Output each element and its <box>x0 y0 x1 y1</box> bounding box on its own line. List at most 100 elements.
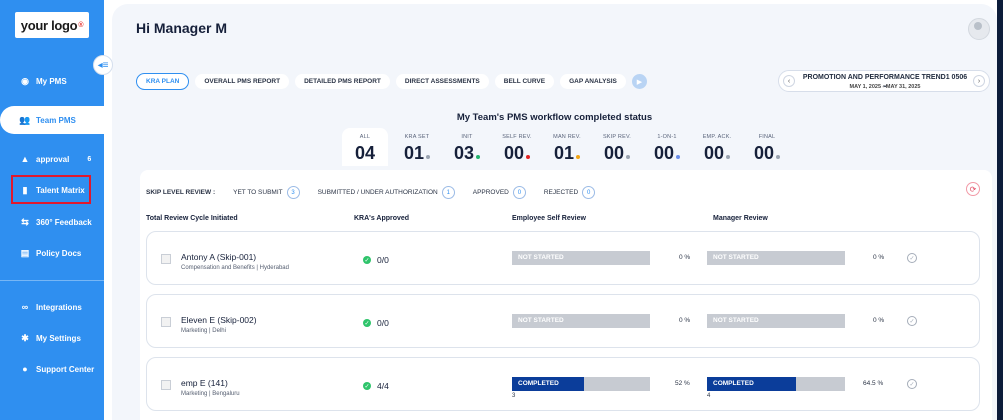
status-one-on-one[interactable]: 1-ON-1 00 <box>642 128 692 166</box>
sidebar-divider <box>0 280 104 281</box>
status-dot <box>476 155 481 159</box>
sidebar-item-team-pms[interactable]: 👥 Team PMS <box>0 107 104 133</box>
sidebar-item-360-feedback[interactable]: ⇆ 360° Feedback <box>0 209 104 235</box>
talent-matrix-highlight-box <box>11 175 91 204</box>
self-review-pct: 0 % <box>679 254 691 261</box>
main-panel: Hi Manager M KRA PLAN OVERALL PMS REPORT… <box>112 4 997 420</box>
self-review-pct: 52 % <box>675 380 690 387</box>
status-employee-ack[interactable]: EMP. ACK. 00 <box>692 128 742 166</box>
filter-approved[interactable]: APPROVED 0 <box>473 186 526 199</box>
employee-name[interactable]: Eleven E (Skip-002) <box>181 315 257 325</box>
col-header-kra: KRA's Approved <box>354 215 410 222</box>
sidebar-item-policy-docs[interactable]: ▤ Policy Docs <box>0 240 104 266</box>
workflow-status-strip: ALL 04 KRA SET 01 INIT 03 SELF REV. 00 M… <box>342 128 792 166</box>
status-all[interactable]: ALL 04 <box>342 128 388 166</box>
manager-review-bar: COMPLETED <box>707 377 845 391</box>
review-period-selector[interactable]: ‹ PROMOTION AND PERFORMANCE TREND1 0506 … <box>778 70 990 92</box>
check-icon: ✓ <box>363 382 371 390</box>
status-final[interactable]: FINAL 00 <box>742 128 792 166</box>
check-icon: ✓ <box>363 319 371 327</box>
kra-approved: ✓ 4/4 <box>363 381 389 391</box>
filter-rejected[interactable]: REJECTED 0 <box>544 186 596 199</box>
approval-count-badge: 6 <box>87 155 92 163</box>
manager-review-count: 4 <box>707 393 711 399</box>
status-self-review[interactable]: SELF REV. 00 <box>492 128 542 166</box>
refresh-icon: ⟳ <box>969 184 977 194</box>
tabs-next-button[interactable]: ▶ <box>631 74 647 89</box>
tab-bell-curve[interactable]: BELL CURVE <box>494 74 555 89</box>
tab-gap-analysis[interactable]: GAP ANALYSIS <box>560 74 626 89</box>
table-row[interactable]: Eleven E (Skip-002) Marketing | Delhi ✓ 0… <box>146 294 980 348</box>
status-init[interactable]: INIT 03 <box>442 128 492 166</box>
manager-review-pct: 64.5 % <box>863 380 884 387</box>
play-icon: ▶ <box>636 78 643 86</box>
skip-level-title: SKIP LEVEL REVIEW : <box>146 189 216 196</box>
col-header-initiated: Total Review Cycle Initiated <box>146 215 238 222</box>
sidebar-item-support-center[interactable]: ● Support Center <box>0 356 104 382</box>
company-logo[interactable]: your logo ® <box>15 12 89 38</box>
employee-dept: Compensation and Benefits | Hyderabad <box>181 265 289 271</box>
employee-dept: Marketing | Bengaluru <box>181 391 240 397</box>
self-review-count: 3 <box>512 393 516 399</box>
workflow-status-title: My Team's PMS workflow completed status <box>456 112 653 123</box>
table-row[interactable]: Antony A (Skip-001) Compensation and Ben… <box>146 231 980 285</box>
filter-yet-to-submit[interactable]: YET TO SUBMIT 3 <box>233 186 300 199</box>
col-header-self-review: Employee Self Review <box>512 215 586 222</box>
sidebar-collapse-button[interactable]: ◂≡ <box>93 55 113 75</box>
status-dot <box>426 155 431 159</box>
feedback-icon: ⇆ <box>21 216 29 227</box>
employee-photo <box>161 254 171 264</box>
tab-detailed-pms-report[interactable]: DETAILED PMS REPORT <box>295 74 390 89</box>
status-skip-review[interactable]: SKIP REV. 00 <box>592 128 642 166</box>
employee-photo <box>161 380 171 390</box>
period-range: MAY 1, 2025 - MAY 31, 2025 <box>849 84 921 90</box>
row-action-icon[interactable]: ✓ <box>907 379 917 389</box>
sidebar-item-approval[interactable]: ▲ approval 6 <box>0 146 104 172</box>
self-review-bar: NOT STARTED <box>512 314 650 328</box>
period-next-button[interactable]: › <box>973 75 985 87</box>
status-dot <box>626 155 631 159</box>
status-dot <box>526 155 531 159</box>
row-action-icon[interactable]: ✓ <box>907 253 917 263</box>
row-action-icon[interactable]: ✓ <box>907 316 917 326</box>
employee-dept: Marketing | Delhi <box>181 328 226 334</box>
user-icon: ▲ <box>20 154 30 164</box>
chevron-left-icon: ‹ <box>787 77 791 85</box>
status-dot <box>676 155 681 159</box>
status-kra-set[interactable]: KRA SET 01 <box>392 128 442 166</box>
table-row[interactable]: emp E (141) Marketing | Bengaluru ✓ 4/4 C… <box>146 357 980 411</box>
user-avatar[interactable] <box>968 18 990 40</box>
team-review-card: SKIP LEVEL REVIEW : YET TO SUBMIT 3 SUBMI… <box>140 170 992 420</box>
self-review-pct: 0 % <box>679 317 691 324</box>
kra-approved: ✓ 0/0 <box>363 255 389 265</box>
skip-level-review-filters: SKIP LEVEL REVIEW : YET TO SUBMIT 3 SUBMI… <box>146 186 596 199</box>
sidebar-item-my-pms[interactable]: ◉ My PMS <box>0 68 104 94</box>
status-dot <box>726 155 731 159</box>
manager-review-pct: 0 % <box>873 317 885 324</box>
sidebar-item-my-settings[interactable]: ✱ My Settings <box>0 325 104 351</box>
filter-submitted[interactable]: SUBMITTED / UNDER AUTHORIZATION 1 <box>318 186 455 199</box>
support-icon: ● <box>22 364 28 374</box>
employee-photo <box>161 317 171 327</box>
document-icon: ▤ <box>20 247 30 258</box>
employee-name[interactable]: Antony A (Skip-001) <box>181 252 256 262</box>
tab-kra-plan[interactable]: KRA PLAN <box>136 73 190 90</box>
main-area: Hi Manager M KRA PLAN OVERALL PMS REPORT… <box>104 0 1003 420</box>
sidebar-item-integrations[interactable]: ∞ Integrations <box>0 294 104 320</box>
self-review-bar: NOT STARTED <box>512 251 650 265</box>
status-dot <box>576 155 581 159</box>
check-icon: ✓ <box>363 256 371 264</box>
page-title: Hi Manager M <box>136 20 228 36</box>
link-icon: ∞ <box>21 302 29 312</box>
tab-direct-assessments[interactable]: DIRECT ASSESSMENTS <box>395 74 489 89</box>
refresh-button[interactable]: ⟳ <box>966 182 980 196</box>
manager-review-bar: NOT STARTED <box>707 251 845 265</box>
tab-overall-pms-report[interactable]: OVERALL PMS REPORT <box>195 74 290 89</box>
globe-icon: ◉ <box>21 75 29 86</box>
employee-name[interactable]: emp E (141) <box>181 378 228 388</box>
logo-text: your logo <box>20 17 78 33</box>
period-prev-button[interactable]: ‹ <box>783 75 795 87</box>
col-header-manager-review: Manager Review <box>713 215 768 222</box>
status-manager-review[interactable]: MAN REV. 01 <box>542 128 592 166</box>
gear-icon: ✱ <box>21 332 29 343</box>
